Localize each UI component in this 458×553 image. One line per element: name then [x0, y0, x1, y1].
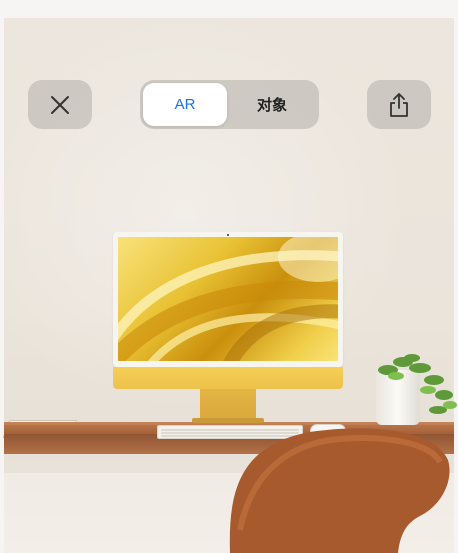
- share-icon: [390, 92, 408, 117]
- imac-chin: [113, 367, 343, 389]
- share-button[interactable]: [367, 80, 431, 129]
- segment-ar[interactable]: AR: [143, 83, 227, 126]
- segment-object[interactable]: 对象: [230, 83, 314, 126]
- imac-wallpaper: [118, 237, 338, 361]
- imac-camera: [227, 234, 229, 236]
- chair: [229, 428, 450, 553]
- imac-display-bezel[interactable]: [113, 232, 343, 367]
- close-icon: [51, 95, 69, 114]
- view-mode-segmented-control[interactable]: AR 对象: [140, 80, 319, 129]
- wallpaper-graphic: [118, 237, 338, 361]
- plant-leaves: [378, 354, 457, 414]
- close-button[interactable]: [28, 80, 92, 129]
- imac-stand: [200, 389, 256, 421]
